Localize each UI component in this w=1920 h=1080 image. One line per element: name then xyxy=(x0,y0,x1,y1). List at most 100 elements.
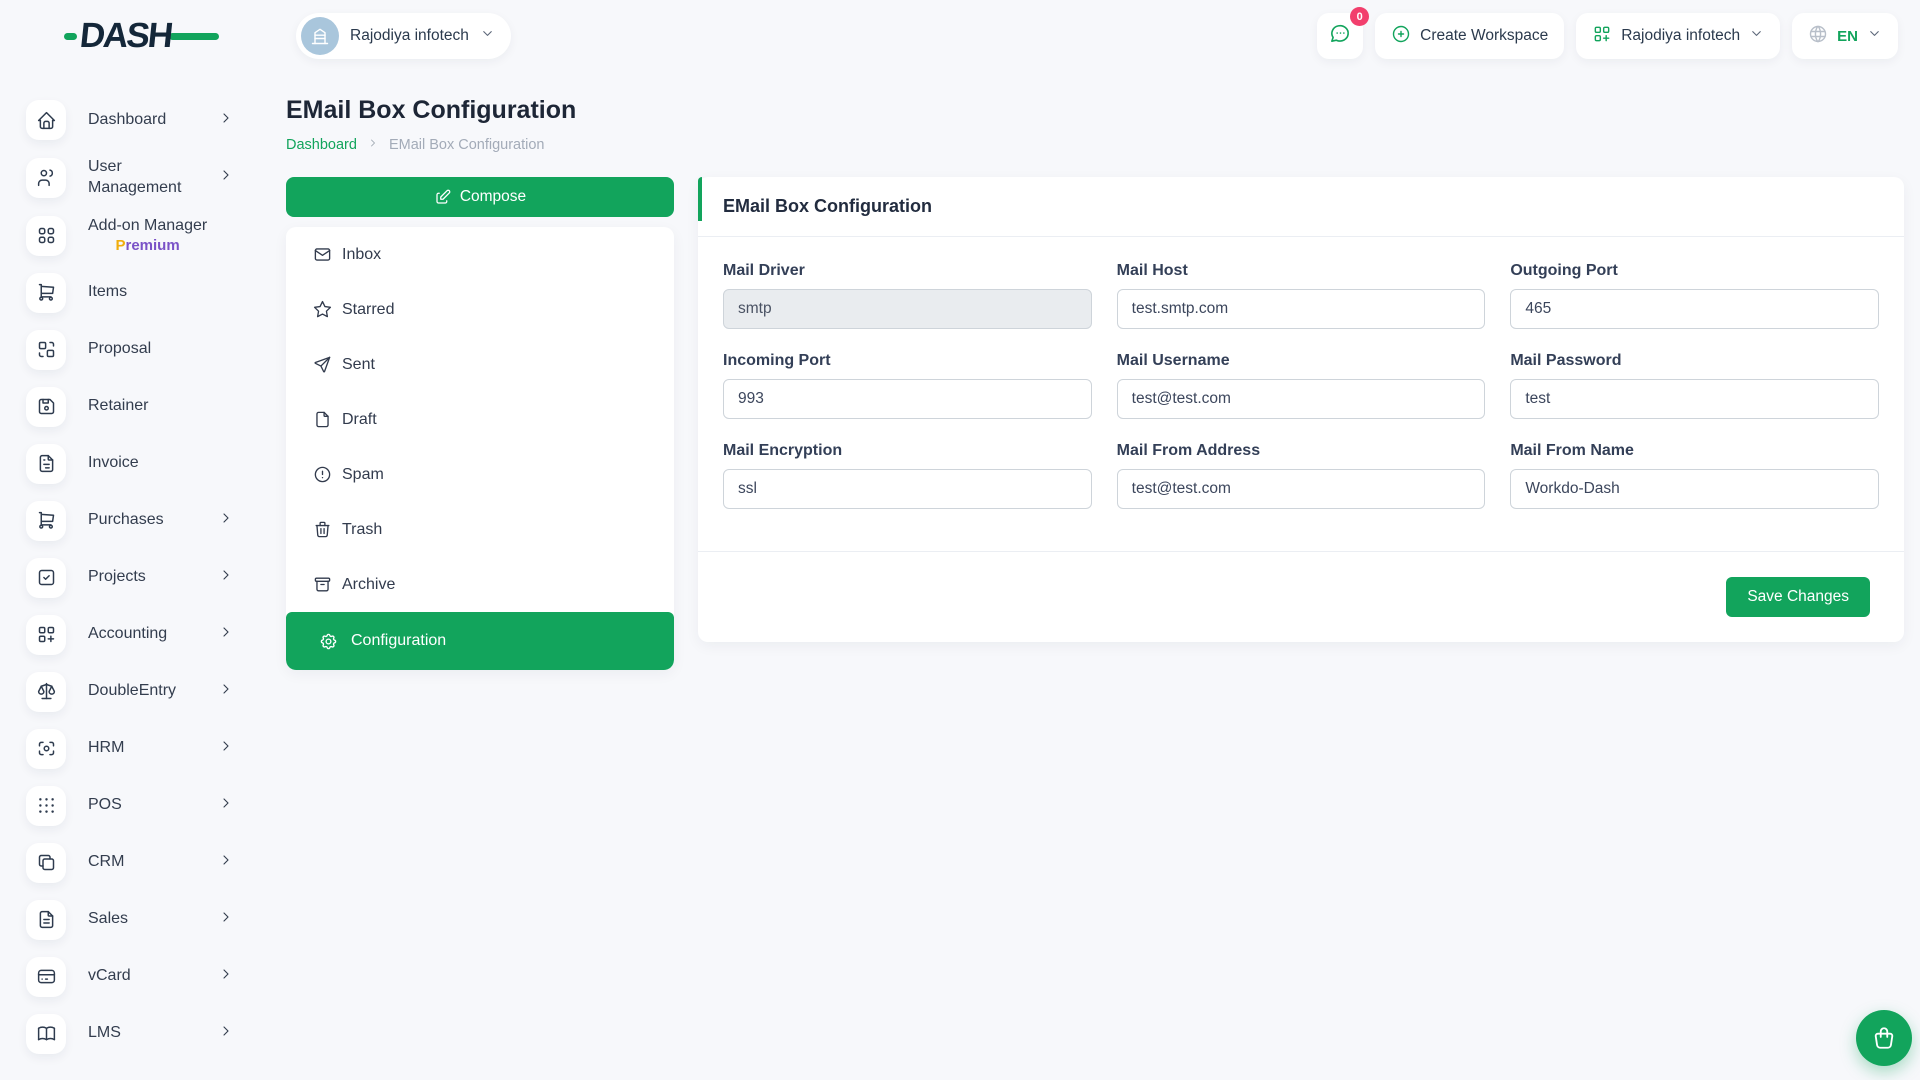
mail-username-input[interactable] xyxy=(1117,379,1486,419)
chat-icon xyxy=(1329,22,1352,50)
sidebar-item-doubleentry[interactable]: DoubleEntry xyxy=(26,672,234,712)
sidebar-item-crm[interactable]: CRM xyxy=(26,843,234,883)
sidebar-item-retainer[interactable]: Retainer xyxy=(26,387,234,427)
mail-folder-draft[interactable]: Draft xyxy=(286,392,674,447)
sidebar-item-invoice[interactable]: Invoice xyxy=(26,444,234,484)
sidebar-item-label: Dashboard xyxy=(88,110,166,131)
sidebar-item-proposal[interactable]: Proposal xyxy=(26,330,234,370)
field-label: Mail From Address xyxy=(1117,442,1486,460)
sidebar-item-vcard[interactable]: vCard xyxy=(26,957,234,997)
copy-icon xyxy=(26,843,66,883)
logo-dash-accent xyxy=(64,33,77,40)
breadcrumb: Dashboard EMail Box Configuration xyxy=(286,137,1904,153)
grid-plus-icon xyxy=(1592,24,1612,49)
workspace-selector[interactable]: Rajodiya infotech xyxy=(296,13,511,59)
field-label: Incoming Port xyxy=(723,352,1092,370)
sidebar-item-items[interactable]: Items xyxy=(26,273,234,313)
logo-text: DASH xyxy=(78,16,173,56)
sidebar-item-label: Items xyxy=(88,282,127,303)
mail-panel: Compose Inbox Starred Sent DraftSpamTrashAr… xyxy=(286,177,674,670)
mail-folder-sent[interactable]: Sent xyxy=(286,337,674,392)
sidebar-item-lms[interactable]: LMS xyxy=(26,1014,234,1054)
globe-icon xyxy=(1808,24,1828,44)
language-label: EN xyxy=(1837,28,1858,45)
incoming-port-input[interactable] xyxy=(723,379,1092,419)
card-footer: Save Changes xyxy=(698,551,1904,642)
breadcrumb-link-dashboard[interactable]: Dashboard xyxy=(286,137,357,153)
file-text-icon xyxy=(26,900,66,940)
chat-badge: 0 xyxy=(1350,7,1369,26)
field-label: Outgoing Port xyxy=(1510,262,1879,280)
chat-button[interactable]: 0 xyxy=(1317,13,1363,59)
mail-encryption-input[interactable] xyxy=(723,469,1092,509)
form-field-mail-from-name: Mail From Name xyxy=(1510,442,1879,509)
save-changes-button[interactable]: Save Changes xyxy=(1726,577,1870,617)
email-config-card: EMail Box Configuration Mail DriverMail … xyxy=(698,177,1904,642)
create-workspace-button[interactable]: Create Workspace xyxy=(1375,13,1564,59)
floating-shop-button[interactable] xyxy=(1856,1010,1912,1066)
home-icon xyxy=(26,100,66,140)
mail-folder-archive[interactable]: Archive xyxy=(286,557,674,612)
shopping-bag-icon xyxy=(1871,1025,1897,1051)
mail-icon xyxy=(313,245,332,264)
app-logo[interactable]: DASH xyxy=(0,16,296,56)
sidebar-item-pos[interactable]: POS xyxy=(26,786,234,826)
form-field-mail-driver: Mail Driver xyxy=(723,262,1092,329)
mail-folder-label: Starred xyxy=(342,301,394,319)
sidebar-item-purchases[interactable]: Purchases xyxy=(26,501,234,541)
field-label: Mail Encryption xyxy=(723,442,1092,460)
sidebar-item-add-on-manager[interactable]: Add-on ManagerPremium xyxy=(26,216,234,256)
sidebar-item-label: Accounting xyxy=(88,624,167,645)
form-field-mail-username: Mail Username xyxy=(1117,352,1486,419)
mail-folder-trash[interactable]: Trash xyxy=(286,502,674,557)
users-icon xyxy=(26,158,66,198)
sidebar-item-user-management[interactable]: User Management xyxy=(26,157,234,199)
sidebar-item-projects[interactable]: Projects xyxy=(26,558,234,598)
chevron-right-icon xyxy=(218,110,234,131)
sidebar-item-label: HRM xyxy=(88,738,124,759)
cart-icon xyxy=(26,273,66,313)
mail-folder-spam[interactable]: Spam xyxy=(286,447,674,502)
file-icon xyxy=(313,410,332,429)
chevron-down-icon xyxy=(480,26,495,46)
outgoing-port-input[interactable] xyxy=(1510,289,1879,329)
field-label: Mail Username xyxy=(1117,352,1486,370)
mail-folder-inbox[interactable]: Inbox xyxy=(286,227,674,282)
workspace-selector-label: Rajodiya infotech xyxy=(350,27,469,45)
mail-host-input[interactable] xyxy=(1117,289,1486,329)
sidebar-item-hrm[interactable]: HRM xyxy=(26,729,234,769)
mail-folder-label: Inbox xyxy=(342,246,381,264)
mail-from-address-input[interactable] xyxy=(1117,469,1486,509)
mail-driver-input xyxy=(723,289,1092,329)
language-selector[interactable]: EN xyxy=(1792,13,1898,59)
mail-folder-starred[interactable]: Starred xyxy=(286,282,674,337)
sidebar-item-label: Proposal xyxy=(88,339,151,360)
grid-plus-icon xyxy=(1592,24,1612,44)
field-label: Mail Driver xyxy=(723,262,1092,280)
sidebar-item-accounting[interactable]: Accounting xyxy=(26,615,234,655)
main-content: EMail Box Configuration Dashboard EMail … xyxy=(286,72,1920,670)
mail-folder-label: Sent xyxy=(342,356,375,374)
sidebar-item-label: Projects xyxy=(88,567,146,588)
globe-icon xyxy=(1808,24,1828,49)
compose-button[interactable]: Compose xyxy=(286,177,674,217)
mail-folder-label: Configuration xyxy=(351,632,446,650)
dots-grid-icon xyxy=(26,786,66,826)
form-field-incoming-port: Incoming Port xyxy=(723,352,1092,419)
chevron-right-icon xyxy=(218,624,234,645)
sidebar-item-label: Purchases xyxy=(88,510,164,531)
page-title: EMail Box Configuration xyxy=(286,96,1904,125)
mail-folder-configuration[interactable]: Configuration xyxy=(286,612,674,670)
sidebar-item-dashboard[interactable]: Dashboard xyxy=(26,100,234,140)
chevron-right-icon xyxy=(218,1023,234,1044)
grid-icon xyxy=(26,216,66,256)
credit-card-icon xyxy=(26,957,66,997)
workspace-menu-button[interactable]: Rajodiya infotech xyxy=(1576,13,1780,59)
mail-from-name-input[interactable] xyxy=(1510,469,1879,509)
mail-password-input[interactable] xyxy=(1510,379,1879,419)
sidebar-item-sales[interactable]: Sales xyxy=(26,900,234,940)
chevron-right-icon xyxy=(218,167,234,188)
form-field-mail-password: Mail Password xyxy=(1510,352,1879,419)
sidebar-item-label: Add-on ManagerPremium xyxy=(88,216,207,256)
gear-icon xyxy=(319,632,338,651)
